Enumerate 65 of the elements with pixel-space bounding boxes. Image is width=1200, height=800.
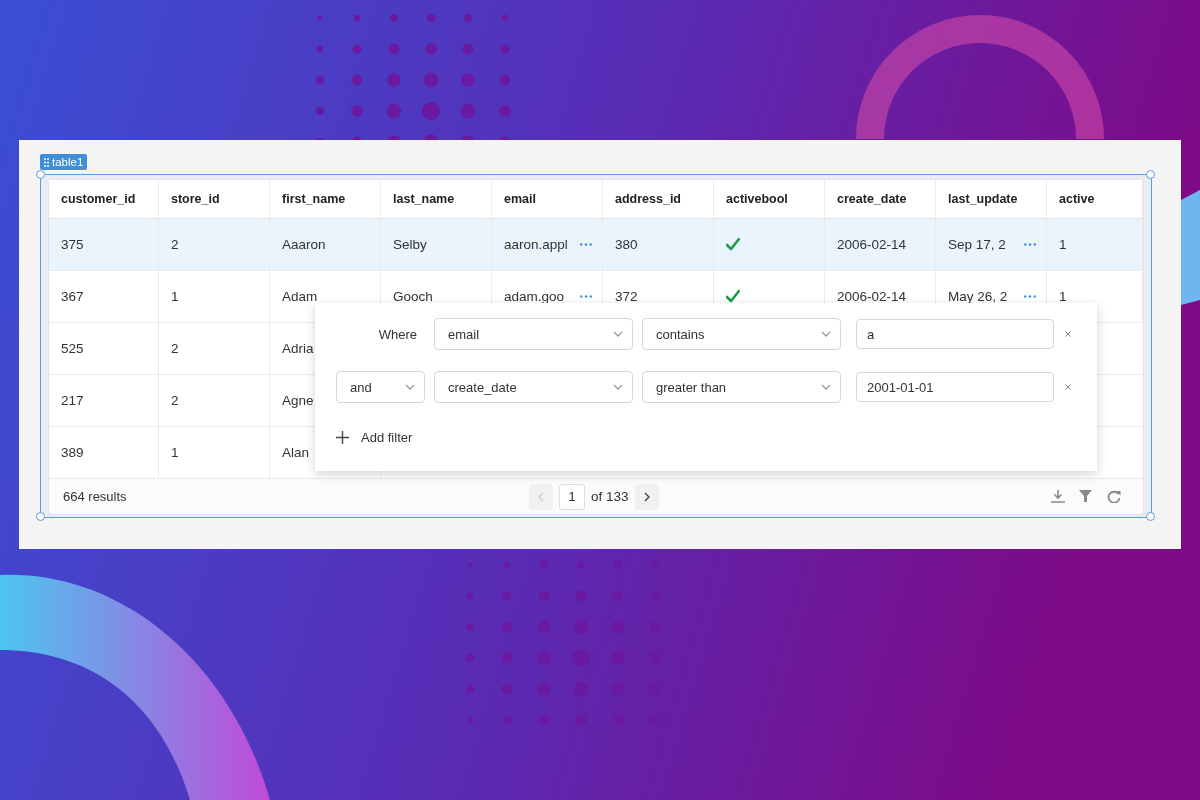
field-select[interactable]: create_date [434, 371, 633, 403]
refresh-button[interactable] [1107, 490, 1121, 503]
table-cell: 2 [159, 375, 270, 426]
cell-text: adam.goo [504, 289, 565, 304]
column-header[interactable]: create_date [825, 180, 936, 218]
column-header[interactable]: activebool [714, 180, 825, 218]
column-header[interactable]: email [492, 180, 603, 218]
refresh-icon [1107, 490, 1121, 503]
table-cell: 1 [159, 271, 270, 322]
table-cell: 2 [159, 323, 270, 374]
drag-handle-icon[interactable] [44, 157, 49, 167]
download-button[interactable] [1051, 490, 1065, 503]
ellipsis-icon[interactable] [1024, 243, 1036, 246]
plus-icon [336, 431, 349, 444]
column-header[interactable]: first_name [270, 180, 381, 218]
table-cell: Selby [381, 219, 492, 270]
table-row[interactable]: 375 2 Aaaron Selby aaron.appl 380 2006-02-14 Sep 17, 2 1 [49, 219, 1143, 271]
value-input[interactable]: 2001-01-01 [856, 372, 1054, 402]
column-header[interactable]: last_name [381, 180, 492, 218]
cell-text: May 26, 2 [948, 289, 1008, 304]
chevron-right-icon [643, 491, 650, 502]
table-cell: 2006-02-14 [825, 219, 936, 270]
table-cell: 525 [49, 323, 159, 374]
results-count: 664 results [63, 489, 127, 504]
column-header[interactable]: active [1047, 180, 1143, 218]
chevron-down-icon [821, 331, 831, 337]
table-cell: 367 [49, 271, 159, 322]
operator-select[interactable]: contains [642, 318, 841, 350]
table-cell: 217 [49, 375, 159, 426]
conjunction-select[interactable]: and [336, 371, 425, 403]
operator-select[interactable]: greater than [642, 371, 841, 403]
column-header[interactable]: last_update [936, 180, 1047, 218]
resize-handle[interactable] [36, 512, 45, 521]
table-cell: 380 [603, 219, 714, 270]
cell-text: Sep 17, 2 [948, 237, 1006, 252]
chevron-down-icon [613, 384, 623, 390]
ellipsis-icon[interactable] [580, 295, 592, 298]
table-cell: 2 [159, 219, 270, 270]
table-cell: 389 [49, 427, 159, 478]
page-input[interactable]: 1 [559, 483, 585, 510]
chevron-left-icon [538, 491, 544, 502]
resize-handle[interactable] [36, 170, 45, 179]
field-select[interactable]: email [434, 318, 633, 350]
value-input[interactable]: a [856, 319, 1054, 349]
next-page-button[interactable] [634, 483, 659, 510]
page-total: of 133 [591, 489, 629, 504]
table-cell: 1 [159, 427, 270, 478]
column-header[interactable]: store_id [159, 180, 270, 218]
resize-handle[interactable] [1146, 170, 1155, 179]
ellipsis-icon[interactable] [580, 243, 592, 246]
resize-handle[interactable] [1146, 512, 1155, 521]
column-header[interactable]: address_id [603, 180, 714, 218]
cell-text: aaron.appl [504, 237, 568, 252]
table-cell: 375 [49, 219, 159, 270]
chevron-down-icon [821, 384, 831, 390]
ellipsis-icon[interactable] [1024, 295, 1036, 298]
download-icon [1051, 490, 1065, 503]
table-cell: 1 [1047, 219, 1143, 270]
chevron-down-icon [613, 331, 623, 337]
column-header[interactable]: customer_id [49, 180, 159, 218]
table-cell: Aaaron [270, 219, 381, 270]
where-label: Where [378, 326, 418, 342]
filter-button[interactable] [1079, 490, 1093, 503]
filter-icon [1079, 490, 1093, 503]
chevron-down-icon [405, 384, 415, 390]
